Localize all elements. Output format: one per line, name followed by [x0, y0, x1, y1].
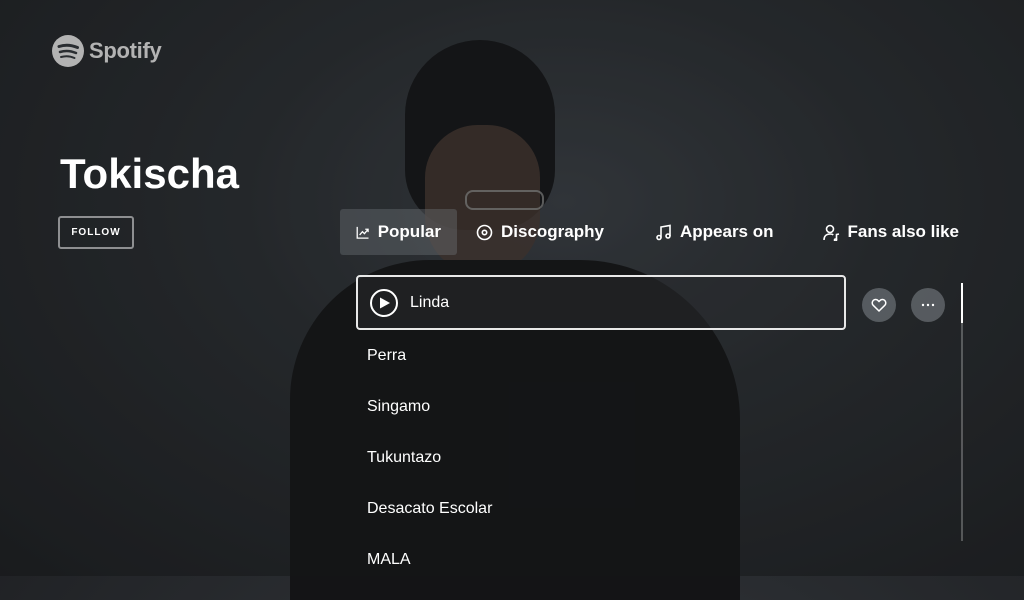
trending-icon	[356, 226, 369, 239]
track-row[interactable]: Singamo	[356, 381, 846, 432]
popular-tracks-list: Linda Perra Singamo Tukuntazo Desacato E…	[356, 275, 846, 585]
play-icon[interactable]	[370, 288, 398, 317]
tab-label: Fans also like	[847, 222, 960, 241]
spotify-logo: Spotify	[51, 34, 162, 68]
tab-label: Popular	[377, 222, 441, 241]
scrollbar[interactable]	[961, 283, 963, 541]
like-button[interactable]	[862, 288, 896, 322]
more-horizontal-icon	[921, 303, 935, 307]
track-row[interactable]: Perra	[356, 330, 846, 381]
tab-label: Appears on	[679, 222, 774, 241]
track-title: Singamo	[367, 397, 431, 415]
artist-name: Tokischa	[60, 150, 239, 197]
more-options-button[interactable]	[911, 288, 945, 322]
user-music-icon	[822, 224, 839, 241]
tab-popular[interactable]: Popular	[340, 209, 457, 255]
track-title: MALA	[367, 550, 411, 568]
track-row[interactable]: Desacato Escolar	[356, 483, 846, 534]
tab-fans-also-like[interactable]: Fans also like	[818, 209, 976, 255]
track-title: Linda	[410, 293, 450, 311]
track-title: Perra	[367, 346, 407, 364]
logo-text: Spotify	[89, 38, 162, 63]
scrollbar-thumb[interactable]	[961, 283, 963, 323]
heart-icon	[871, 298, 887, 313]
spotify-icon	[52, 35, 84, 67]
tab-discography[interactable]: Discography	[471, 209, 620, 255]
track-title: Tukuntazo	[367, 448, 442, 466]
disc-icon	[476, 224, 493, 240]
track-row[interactable]: MALA	[356, 534, 846, 585]
follow-button[interactable]: FOLLOW	[58, 216, 134, 249]
track-row-selected[interactable]: Linda	[356, 275, 846, 330]
music-note-icon	[656, 224, 671, 240]
tab-label: Discography	[501, 222, 604, 241]
track-title: Desacato Escolar	[367, 499, 493, 517]
artist-tabs: Popular Discography Appears on Fans also…	[340, 209, 975, 255]
tab-appears-on[interactable]: Appears on	[650, 209, 790, 255]
track-row[interactable]: Tukuntazo	[356, 432, 846, 483]
